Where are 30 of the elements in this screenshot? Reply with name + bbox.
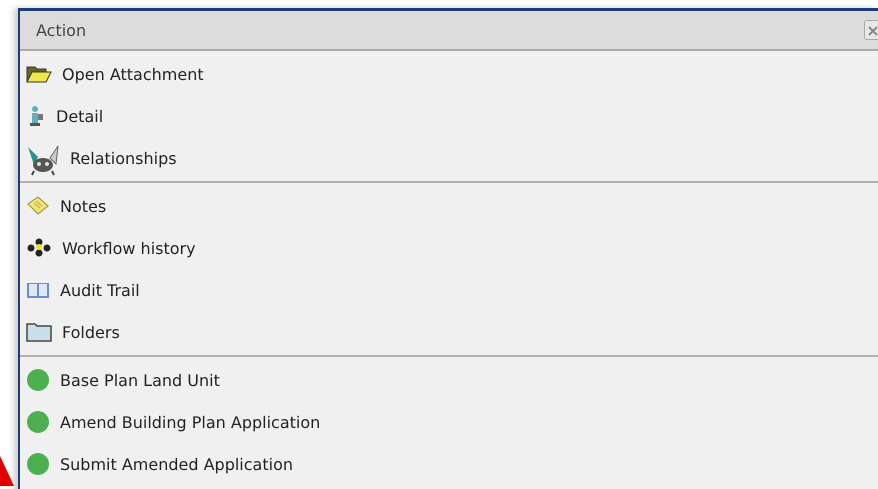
item-label: Audit Trail bbox=[60, 280, 140, 300]
menu-item[interactable]: Detail bbox=[20, 95, 878, 137]
item-label: Notes bbox=[60, 196, 106, 216]
menu-item[interactable]: Folders bbox=[20, 311, 878, 353]
panel-title: Action bbox=[36, 20, 86, 40]
relationships-icon bbox=[26, 143, 60, 177]
note-icon bbox=[26, 195, 50, 217]
menu-item[interactable]: Audit Trail bbox=[20, 269, 878, 311]
menu-item[interactable]: Notes bbox=[20, 185, 878, 227]
close-button[interactable] bbox=[864, 20, 878, 40]
menu-item[interactable]: Base Plan Land Unit bbox=[20, 359, 878, 401]
item-label: Amend Building Plan Application bbox=[60, 412, 320, 432]
item-label: Open Attachment bbox=[62, 64, 204, 84]
item-label: Folders bbox=[62, 322, 120, 342]
menu-item[interactable]: Submit Amended Application bbox=[20, 443, 878, 485]
item-label: Submit Amended Application bbox=[60, 454, 293, 474]
close-icon bbox=[868, 26, 878, 36]
book-icon bbox=[26, 280, 50, 300]
menu-item[interactable]: Open Attachment bbox=[20, 53, 878, 95]
arrow-head bbox=[0, 456, 14, 486]
workflow-icon bbox=[26, 238, 52, 258]
menu-item[interactable]: Workflow history bbox=[20, 227, 878, 269]
item-label: Base Plan Land Unit bbox=[60, 370, 220, 390]
folder-icon bbox=[26, 322, 52, 342]
item-label: Relationships bbox=[70, 148, 177, 168]
item-label: Detail bbox=[56, 106, 104, 126]
open-folder-icon bbox=[26, 64, 52, 84]
item-label: Workflow history bbox=[62, 238, 196, 258]
menu-item[interactable]: Amend Building Plan Application bbox=[20, 401, 878, 443]
menu-item[interactable]: Relationships bbox=[20, 137, 878, 179]
